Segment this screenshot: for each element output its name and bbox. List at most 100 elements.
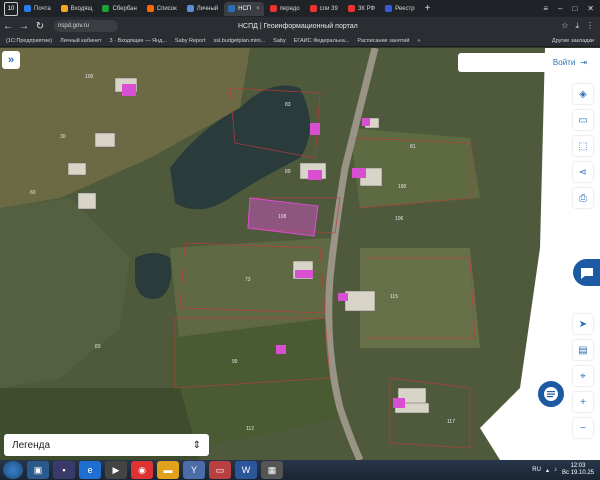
- bookmark-icon[interactable]: ☆: [561, 21, 568, 31]
- chevron-updown-icon: ⇕: [192, 439, 201, 451]
- bookmark-item[interactable]: 3 · Входящие — Янд...: [110, 38, 167, 44]
- clock[interactable]: 12:03 Вс 19.10.25: [562, 463, 594, 477]
- bookmark-item[interactable]: Saby: [273, 38, 286, 44]
- parcel-label: 30: [60, 134, 66, 140]
- bookmark-item[interactable]: Saby Report: [175, 38, 206, 44]
- url-input[interactable]: nspd.gov.ru: [54, 20, 118, 32]
- locate-arrow-icon: ➤: [578, 318, 588, 330]
- ie-icon[interactable]: e: [79, 461, 101, 479]
- tab-9[interactable]: Реестр: [381, 2, 419, 16]
- messages-fab[interactable]: [535, 378, 567, 410]
- volume-icon[interactable]: ♪: [554, 467, 557, 473]
- tab-4[interactable]: Личный: [183, 2, 222, 16]
- tab-1[interactable]: Входящ: [57, 2, 97, 16]
- address-bar-actions: ☆ ⤓ ⋮: [561, 21, 600, 31]
- yandex-browser-icon[interactable]: Y: [183, 461, 205, 479]
- chrome-icon[interactable]: ◉: [131, 461, 153, 479]
- parcel-label: 112: [246, 426, 254, 432]
- minimize-icon[interactable]: –: [558, 4, 562, 13]
- layers-icon: ◈: [579, 88, 587, 100]
- download-icon[interactable]: ⤓: [575, 21, 579, 31]
- language-indicator[interactable]: RU: [532, 467, 541, 473]
- extensions-icon[interactable]: ⋮: [586, 21, 594, 31]
- parcel-label: 108: [278, 214, 287, 220]
- network-icon[interactable]: ▴: [546, 467, 549, 474]
- map-view[interactable]: 100 30 89 83 81 190 108 73 115 99 117 60…: [0, 48, 600, 460]
- parcel-label: 106: [395, 216, 404, 222]
- select-area-icon: ⬚: [578, 140, 588, 152]
- clock-date: Вс 19.10.25: [561, 470, 594, 476]
- zoom-out-button[interactable]: −: [573, 418, 593, 438]
- menu-icon[interactable]: ≡: [543, 4, 548, 13]
- zoom-in-button[interactable]: +: [573, 392, 593, 412]
- expand-sidebar-button[interactable]: »: [2, 51, 20, 69]
- measure-button[interactable]: ▤: [573, 340, 593, 360]
- tab-8[interactable]: ЗК РФ: [344, 2, 379, 16]
- back-icon[interactable]: ←: [0, 21, 16, 32]
- taskbar: ▣ ▪ e ▶ ◉ ▬ Y ▭ W ▦ RU ▴ ♪ 12:03 Вс 19.1…: [0, 460, 600, 480]
- search-location-button[interactable]: ⌖: [573, 366, 593, 386]
- page-title: НСПД | Геоинформационный портал: [238, 22, 358, 30]
- login-bar[interactable]: Войти ⇥: [458, 53, 592, 72]
- word-icon[interactable]: W: [235, 461, 257, 479]
- reload-icon[interactable]: ↻: [32, 21, 48, 32]
- share-button[interactable]: ⋖: [573, 162, 593, 182]
- save-icon[interactable]: ▪: [53, 461, 75, 479]
- tab-counter[interactable]: 10: [4, 1, 18, 16]
- bookmark-item[interactable]: ssl.budgetplan.mini...: [213, 38, 265, 44]
- tab-7[interactable]: сли 39: [306, 2, 342, 16]
- layers-button[interactable]: ◈: [573, 84, 593, 104]
- url-text: nspd.gov.ru: [58, 23, 89, 29]
- registry-icon: [385, 5, 393, 12]
- tab-6[interactable]: передо: [266, 2, 304, 16]
- chat-bubble-icon: [580, 267, 593, 279]
- chat-badge-button[interactable]: [573, 259, 600, 286]
- legend-label: Легенда: [12, 439, 51, 451]
- mail-icon: [24, 5, 31, 12]
- start-button[interactable]: [3, 461, 23, 479]
- calculator-icon[interactable]: ▦: [261, 461, 283, 479]
- tab-0[interactable]: Почта: [20, 2, 55, 16]
- forward-icon[interactable]: →: [16, 21, 32, 32]
- basemap-button[interactable]: ▭: [573, 110, 593, 130]
- print-button[interactable]: ⎙: [573, 188, 593, 208]
- nspd-icon: [228, 5, 236, 12]
- locate-button[interactable]: ➤: [573, 314, 593, 334]
- legend-dropdown[interactable]: Легенда ⇕: [4, 434, 209, 456]
- select-area-button[interactable]: ⬚: [573, 136, 593, 156]
- parcel-label: 117: [447, 419, 455, 425]
- bookmark-item[interactable]: Расписание занятий: [357, 38, 409, 44]
- card-icon: ▭: [578, 114, 588, 126]
- window-controls: ≡ – □ ✕: [543, 4, 600, 13]
- pdf-icon[interactable]: ▭: [209, 461, 231, 479]
- share-icon: ⋖: [578, 166, 588, 178]
- bookmarks-more[interactable]: »: [418, 38, 421, 44]
- explorer-icon[interactable]: ▣: [27, 461, 49, 479]
- parcel-label: 60: [30, 190, 36, 196]
- media-icon[interactable]: ▶: [105, 461, 127, 479]
- tab-3[interactable]: Список: [143, 2, 181, 16]
- folder-icon[interactable]: ▬: [157, 461, 179, 479]
- minus-icon: −: [580, 422, 586, 434]
- maximize-icon[interactable]: □: [572, 4, 577, 13]
- list-icon: [146, 5, 154, 12]
- tab-5[interactable]: НСП ×: [224, 1, 264, 16]
- ruler-icon: ▤: [578, 344, 588, 356]
- system-tray: RU ▴ ♪ 12:03 Вс 19.10.25: [532, 463, 600, 477]
- bookmark-item[interactable]: Личный кабинет: [60, 38, 101, 44]
- parcel-label: 99: [232, 359, 238, 365]
- parcel-label: 89: [285, 169, 291, 175]
- bookmarks-bar: (1С:Предприятие) Личный кабинет 3 · Вход…: [0, 35, 600, 47]
- yandex-icon: [269, 5, 277, 12]
- bookmark-item[interactable]: (1С:Предприятие): [6, 38, 52, 44]
- other-bookmarks[interactable]: Другие закладки: [552, 38, 600, 44]
- satellite-imagery: 100 30 89 83 81 190 108 73 115 99 117 60…: [0, 48, 600, 460]
- close-window-icon[interactable]: ✕: [587, 4, 594, 13]
- inbox-icon: [60, 5, 68, 12]
- new-tab-button[interactable]: +: [421, 3, 435, 14]
- tab-2[interactable]: Сбербан: [98, 2, 140, 16]
- parcel-label: 73: [245, 277, 251, 283]
- close-tab-icon[interactable]: ×: [256, 6, 260, 12]
- search-pin-icon: ⌖: [580, 370, 586, 382]
- bookmark-item[interactable]: ЕГАИС Федеральна...: [294, 38, 350, 44]
